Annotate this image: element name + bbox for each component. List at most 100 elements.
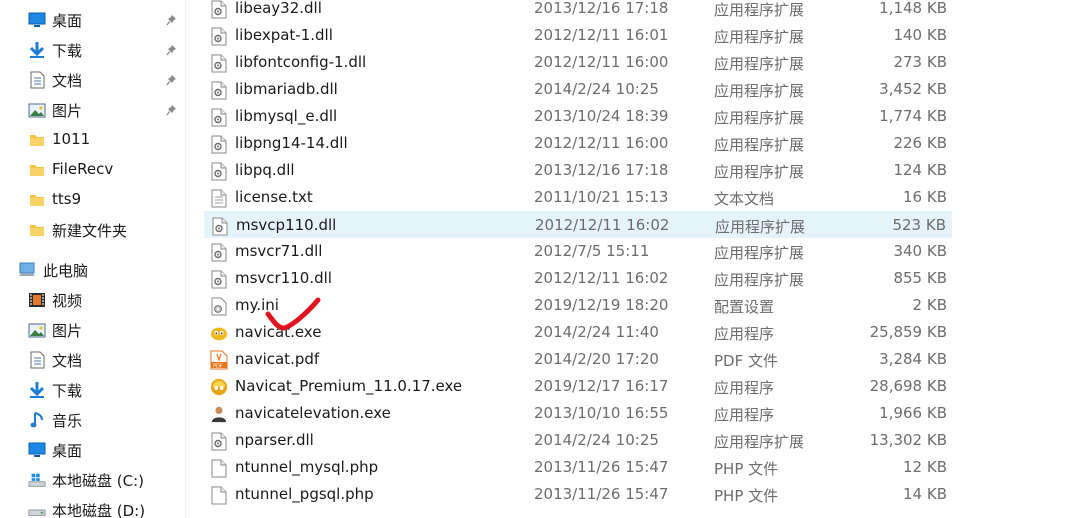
nav-item-label: FileRecv [52, 160, 114, 178]
nav-item-label: 桌面 [52, 12, 83, 30]
nav-item-pc-3[interactable]: 下载 [0, 375, 186, 405]
dll-icon [210, 80, 228, 100]
folder-icon [28, 131, 46, 149]
file-row[interactable]: msvcp110.dll 2012/12/11 16:02 应用程序扩展 523 KB [204, 211, 952, 238]
file-size: 1,774 KB [879, 107, 947, 125]
pin-icon [165, 73, 177, 87]
file-type: 应用程序扩展 [714, 1, 805, 19]
nav-item-quick-7[interactable]: 新建文件夹 [0, 215, 186, 245]
nav-item-pc-2[interactable]: 文档 [0, 345, 186, 375]
file-modified-date: 2014/2/24 10:25 [534, 80, 659, 98]
file-modified-date: 2013/11/26 15:47 [534, 458, 669, 476]
file-type: 文本文档 [714, 190, 775, 208]
file-row[interactable]: nparser.dll 2014/2/24 10:25 应用程序扩展 13,302 K… [204, 427, 952, 454]
file-size: 1,148 KB [879, 0, 947, 17]
nav-item-label: 文档 [52, 352, 83, 370]
file-row[interactable]: libmysql_e.dll 2013/10/24 18:39 应用程序扩展 1,77… [204, 103, 952, 130]
dll-icon [210, 269, 228, 289]
desktop-icon [28, 11, 46, 29]
navigation-pane: 桌面 下载 文档 图片 1011 FileRecv tts9 新建文件夹 此电脑 视频 图片 文档 下载… [0, 0, 186, 518]
nav-item-label: 图片 [52, 322, 83, 340]
file-row[interactable]: my.ini 2019/12/19 18:20 配置设置 2 KB [204, 292, 952, 319]
file-row[interactable]: msvcr71.dll 2012/7/5 15:11 应用程序扩展 340 KB [204, 238, 952, 265]
nav-item-quick-4[interactable]: 1011 [0, 125, 186, 155]
nav-item-quick-6[interactable]: tts9 [0, 185, 186, 215]
nav-item-label: 本地磁盘 (D:) [52, 502, 146, 518]
nav-item-this-pc[interactable]: 此电脑 [0, 255, 186, 285]
file-row[interactable]: libpq.dll 2013/12/16 17:18 应用程序扩展 124 KB [204, 157, 952, 184]
file-row[interactable]: libexpat-1.dll 2012/12/11 16:01 应用程序扩展 140 … [204, 22, 952, 49]
dll-icon [210, 242, 228, 262]
nav-item-quick-0[interactable]: 桌面 [0, 5, 186, 35]
file-size: 273 KB [893, 53, 947, 71]
file-modified-date: 2012/12/11 16:00 [534, 134, 669, 152]
file-size: 3,452 KB [879, 80, 947, 98]
file-type: 配置设置 [714, 298, 775, 316]
file-row[interactable]: libmariadb.dll 2014/2/24 10:25 应用程序扩展 3,452… [204, 76, 952, 103]
file-size: 16 KB [903, 188, 947, 206]
download-icon [28, 381, 46, 399]
nav-item-label: 本地磁盘 (C:) [52, 472, 144, 490]
download-icon [28, 41, 46, 59]
file-row[interactable]: navicat.exe 2014/2/24 11:40 应用程序 25,859 KB [204, 319, 952, 346]
file-row[interactable]: PDF navicat.pdf 2014/2/20 17:20 PDF 文件 3,284… [204, 346, 952, 373]
file-modified-date: 2014/2/24 11:40 [534, 323, 659, 341]
file-type: PDF 文件 [714, 352, 778, 370]
file-size: 140 KB [893, 26, 947, 44]
nav-item-pc-6[interactable]: 本地磁盘 (C:) [0, 465, 186, 495]
file-row[interactable]: license.txt 2011/10/21 15:13 文本文档 16 KB [204, 184, 952, 211]
pin-icon [165, 13, 177, 27]
file-modified-date: 2019/12/19 18:20 [534, 296, 669, 314]
file-modified-date: 2012/12/11 16:02 [535, 216, 670, 234]
file-modified-date: 2014/2/24 10:25 [534, 431, 659, 449]
dll-icon [210, 26, 228, 46]
file-row[interactable]: msvcr110.dll 2012/12/11 16:02 应用程序扩展 855 KB [204, 265, 952, 292]
file-row[interactable]: libeay32.dll 2013/12/16 17:18 应用程序扩展 1,148 … [204, 0, 952, 22]
file-list: libeay32.dll 2013/12/16 17:18 应用程序扩展 1,148 … [204, 0, 964, 518]
pictures-icon [28, 101, 46, 119]
file-row[interactable]: libpng14-14.dll 2012/12/11 16:00 应用程序扩展 226… [204, 130, 952, 157]
nav-item-label: 此电脑 [43, 262, 89, 280]
nav-item-pc-1[interactable]: 图片 [0, 315, 186, 345]
file-modified-date: 2019/12/17 16:17 [534, 377, 669, 395]
file-size: 2 KB [912, 296, 947, 314]
nav-item-pc-4[interactable]: 音乐 [0, 405, 186, 435]
user-app-icon [210, 404, 228, 424]
desktop-icon [28, 441, 46, 459]
file-row[interactable]: libfontconfig-1.dll 2012/12/11 16:00 应用程序扩… [204, 49, 952, 76]
file-name: libpq.dll [235, 161, 295, 179]
file-modified-date: 2013/10/24 18:39 [534, 107, 669, 125]
file-modified-date: 2012/12/11 16:00 [534, 53, 669, 71]
file-modified-date: 2012/7/5 15:11 [534, 242, 650, 260]
file-row[interactable]: ntunnel_mysql.php 2013/11/26 15:47 PHP 文件 1… [204, 454, 952, 481]
nav-item-quick-3[interactable]: 图片 [0, 95, 186, 125]
dll-icon [210, 431, 228, 451]
file-size: 523 KB [892, 216, 946, 234]
nav-item-label: 文档 [52, 72, 83, 90]
file-type: 应用程序扩展 [714, 244, 805, 262]
folder-icon [28, 221, 46, 239]
file-name: msvcr71.dll [235, 242, 323, 260]
pin-icon [165, 43, 177, 57]
dll-icon [211, 216, 229, 236]
file-name: libmariadb.dll [235, 80, 338, 98]
nav-item-pc-0[interactable]: 视频 [0, 285, 186, 315]
file-name: libmysql_e.dll [235, 107, 338, 125]
file-name: libpng14-14.dll [235, 134, 348, 152]
nav-item-quick-1[interactable]: 下载 [0, 35, 186, 65]
file-row[interactable]: ntunnel_pgsql.php 2013/11/26 15:47 PHP 文件 1… [204, 481, 952, 508]
file-modified-date: 2014/2/20 17:20 [534, 350, 659, 368]
file-type: 应用程序扩展 [714, 433, 805, 451]
file-row[interactable]: Navicat_Premium_11.0.17.exe 2019/12/17 16… [204, 373, 952, 400]
nav-item-pc-5[interactable]: 桌面 [0, 435, 186, 465]
file-name: msvcr110.dll [235, 269, 332, 287]
nav-item-quick-5[interactable]: FileRecv [0, 155, 186, 185]
nav-item-label: 视频 [52, 292, 83, 310]
file-type: 应用程序扩展 [714, 109, 805, 127]
navicat-installer-icon [210, 377, 228, 397]
file-row[interactable]: navicatelevation.exe 2013/10/10 16:55 应用程序… [204, 400, 952, 427]
pictures-icon [28, 321, 46, 339]
nav-item-pc-7[interactable]: 本地磁盘 (D:) [0, 495, 186, 518]
drive-icon [28, 501, 46, 518]
nav-item-quick-2[interactable]: 文档 [0, 65, 186, 95]
